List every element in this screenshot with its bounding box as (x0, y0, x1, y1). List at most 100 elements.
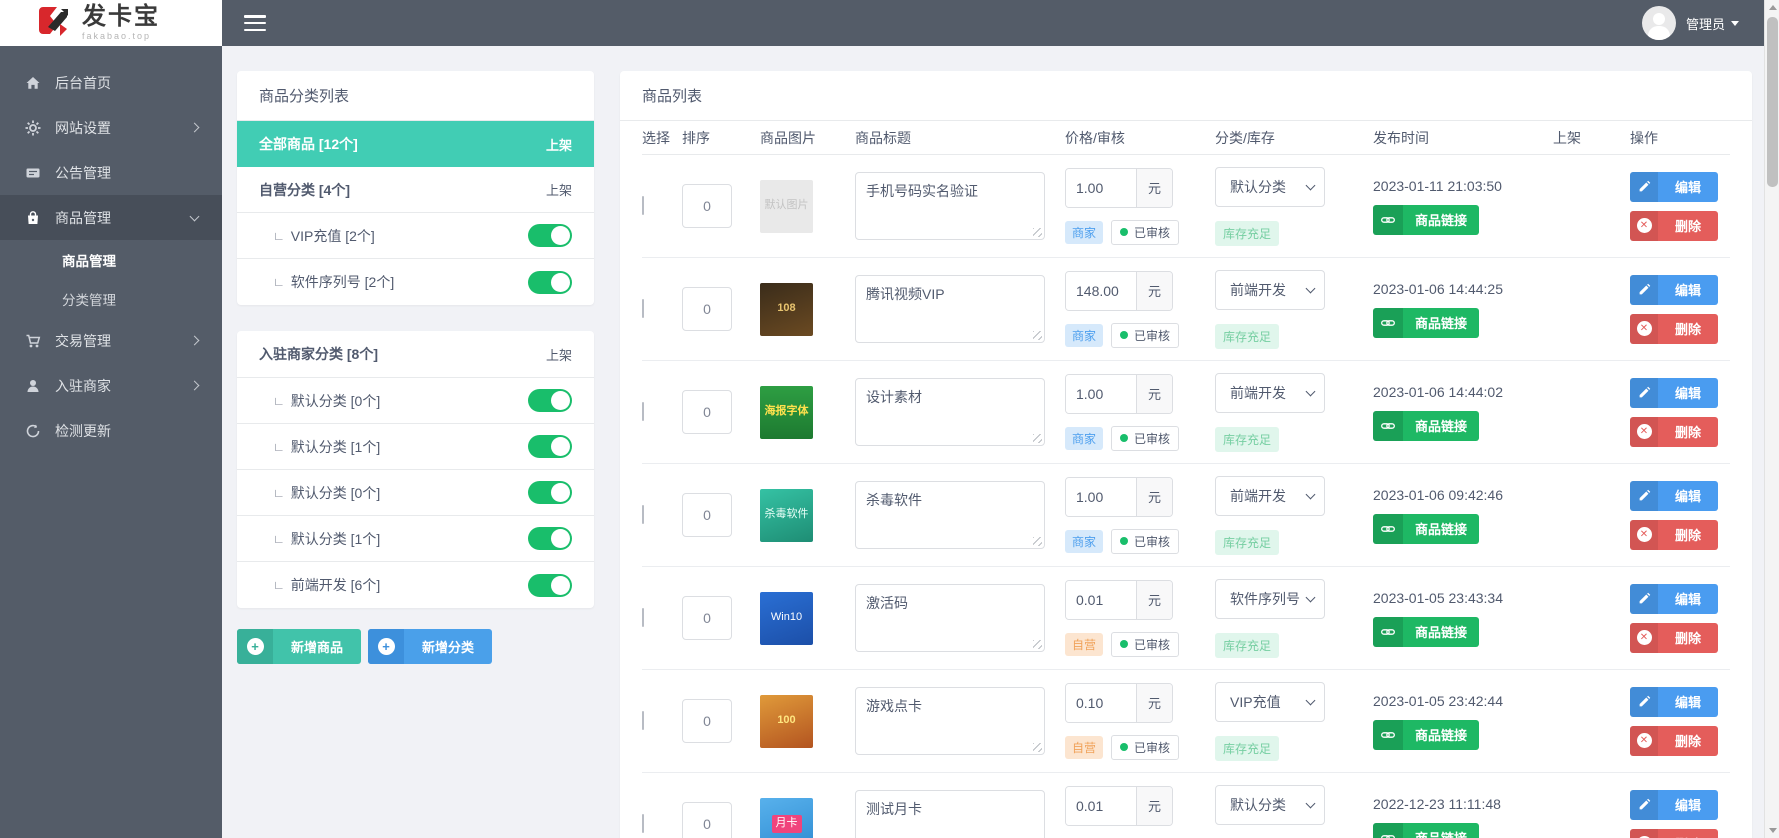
delete-button[interactable]: ✕ 删除 (1630, 725, 1718, 756)
product-link-button[interactable]: 商品链接 (1373, 719, 1480, 750)
resize-grip[interactable] (1033, 640, 1042, 649)
price-input[interactable] (1066, 786, 1136, 825)
add-product-button[interactable]: + 新增商品 (237, 629, 362, 664)
category-select[interactable]: 默认分类 (1215, 166, 1325, 207)
product-thumbnail[interactable]: 月卡 (760, 797, 813, 838)
edit-button[interactable]: 编辑 (1630, 480, 1718, 511)
sort-input[interactable] (682, 699, 732, 743)
edit-button[interactable]: 编辑 (1630, 377, 1718, 408)
delete-button[interactable]: ✕ 删除 (1630, 313, 1718, 344)
logo[interactable]: 发卡宝 fakabao.top (0, 0, 222, 46)
category-toggle[interactable] (528, 481, 572, 504)
sidebar-item-site-settings[interactable]: 网站设置 (0, 105, 222, 150)
product-thumbnail[interactable]: 108 (760, 282, 813, 336)
sort-input[interactable] (682, 287, 732, 331)
category-toggle[interactable] (528, 270, 572, 294)
delete-button[interactable]: ✕ 删除 (1630, 519, 1718, 550)
category-select[interactable]: 前端开发 (1215, 372, 1325, 413)
product-link-button[interactable]: 商品链接 (1373, 307, 1480, 338)
page-scrollbar[interactable] (1764, 0, 1779, 838)
delete-button[interactable]: ✕ 删除 (1630, 210, 1718, 241)
category-select[interactable]: 软件序列号 (1215, 578, 1325, 619)
category-row-child[interactable]: ∟ 默认分类 [0个] (237, 378, 594, 424)
title-textarea[interactable]: 激活码 (855, 584, 1045, 652)
row-checkbox[interactable] (642, 299, 644, 318)
product-thumbnail[interactable]: 默认图片 (760, 179, 813, 233)
product-thumbnail[interactable]: 杀毒软件 (760, 488, 813, 542)
product-thumbnail[interactable]: 海报字体 (760, 385, 813, 439)
sidebar-subitem-category-management[interactable]: 分类管理 (0, 279, 222, 318)
category-select[interactable]: VIP充值 (1215, 681, 1325, 722)
title-textarea[interactable]: 杀毒软件 (855, 481, 1045, 549)
title-textarea[interactable]: 游戏点卡 (855, 687, 1045, 755)
resize-grip[interactable] (1033, 537, 1042, 546)
admin-dropdown[interactable]: 管理员 (1686, 14, 1739, 33)
product-thumbnail[interactable]: Win10 (760, 591, 813, 645)
price-input[interactable] (1066, 580, 1136, 619)
category-select[interactable]: 默认分类 (1215, 784, 1325, 825)
sort-input[interactable] (682, 596, 732, 640)
title-textarea[interactable]: 手机号码实名验证 (855, 172, 1045, 240)
sort-input[interactable] (682, 390, 732, 434)
sidebar-item-merchants[interactable]: 入驻商家 (0, 363, 222, 408)
category-select[interactable]: 前端开发 (1215, 269, 1325, 310)
sidebar-item-check-update[interactable]: 检测更新 (0, 408, 222, 453)
resize-grip[interactable] (1033, 228, 1042, 237)
sidebar-subitem-product-management[interactable]: 商品管理 (0, 240, 222, 279)
scroll-down-icon[interactable] (1765, 823, 1779, 838)
resize-grip[interactable] (1033, 331, 1042, 340)
row-checkbox[interactable] (642, 402, 644, 421)
delete-button[interactable]: ✕ 删除 (1630, 416, 1718, 447)
product-link-button[interactable]: 商品链接 (1373, 822, 1480, 838)
category-row-child[interactable]: ∟ 软件序列号 [2个] (237, 259, 594, 305)
category-toggle[interactable] (528, 435, 572, 458)
price-input[interactable] (1066, 683, 1136, 722)
category-toggle[interactable] (528, 224, 572, 247)
category-row-merchant-group[interactable]: 入驻商家分类 [8个] 上架 (237, 331, 594, 378)
title-textarea[interactable]: 腾讯视频VIP (855, 275, 1045, 343)
sidebar-item-dashboard[interactable]: 后台首页 (0, 60, 222, 105)
category-row-self-group[interactable]: 自营分类 [4个] 上架 (237, 167, 594, 213)
sidebar-item-announcements[interactable]: 公告管理 (0, 150, 222, 195)
category-row-child[interactable]: ∟ 默认分类 [1个] (237, 424, 594, 470)
sidebar-item-product-management[interactable]: 商品管理 (0, 195, 222, 240)
scrollbar-thumb[interactable] (1767, 17, 1778, 187)
product-thumbnail[interactable]: 100 (760, 694, 813, 748)
category-row-child[interactable]: ∟ 前端开发 [6个] (237, 562, 594, 608)
sort-input[interactable] (682, 802, 732, 838)
edit-button[interactable]: 编辑 (1630, 274, 1718, 305)
category-row-child[interactable]: ∟ 默认分类 [0个] (237, 470, 594, 516)
category-toggle[interactable] (528, 573, 572, 597)
scroll-up-icon[interactable] (1765, 0, 1779, 15)
category-row-all[interactable]: 全部商品 [12个] 上架 (237, 121, 594, 167)
product-link-button[interactable]: 商品链接 (1373, 410, 1480, 441)
menu-collapse-icon[interactable] (244, 15, 266, 31)
price-input[interactable] (1066, 477, 1136, 516)
edit-button[interactable]: 编辑 (1630, 686, 1718, 717)
sort-input[interactable] (682, 184, 732, 228)
row-checkbox[interactable] (642, 814, 644, 833)
title-textarea[interactable]: 设计素材 (855, 378, 1045, 446)
resize-grip[interactable] (1033, 434, 1042, 443)
category-toggle[interactable] (528, 389, 572, 412)
category-row-child[interactable]: ∟ 默认分类 [1个] (237, 516, 594, 562)
product-link-button[interactable]: 商品链接 (1373, 513, 1480, 544)
edit-button[interactable]: 编辑 (1630, 171, 1718, 202)
row-checkbox[interactable] (642, 196, 644, 215)
row-checkbox[interactable] (642, 505, 644, 524)
sidebar-item-trade-management[interactable]: 交易管理 (0, 318, 222, 363)
price-input[interactable] (1066, 374, 1136, 413)
price-input[interactable] (1066, 271, 1136, 310)
category-select[interactable]: 前端开发 (1215, 475, 1325, 516)
add-category-button[interactable]: + 新增分类 (368, 629, 493, 664)
avatar[interactable] (1641, 6, 1676, 40)
product-link-button[interactable]: 商品链接 (1373, 616, 1480, 647)
row-checkbox[interactable] (642, 711, 644, 730)
delete-button[interactable]: ✕ 删除 (1630, 622, 1718, 653)
product-link-button[interactable]: 商品链接 (1373, 204, 1480, 235)
price-input[interactable] (1066, 168, 1136, 207)
category-row-child[interactable]: ∟ VIP充值 [2个] (237, 213, 594, 259)
row-checkbox[interactable] (642, 608, 644, 627)
sort-input[interactable] (682, 493, 732, 537)
category-toggle[interactable] (528, 527, 572, 550)
